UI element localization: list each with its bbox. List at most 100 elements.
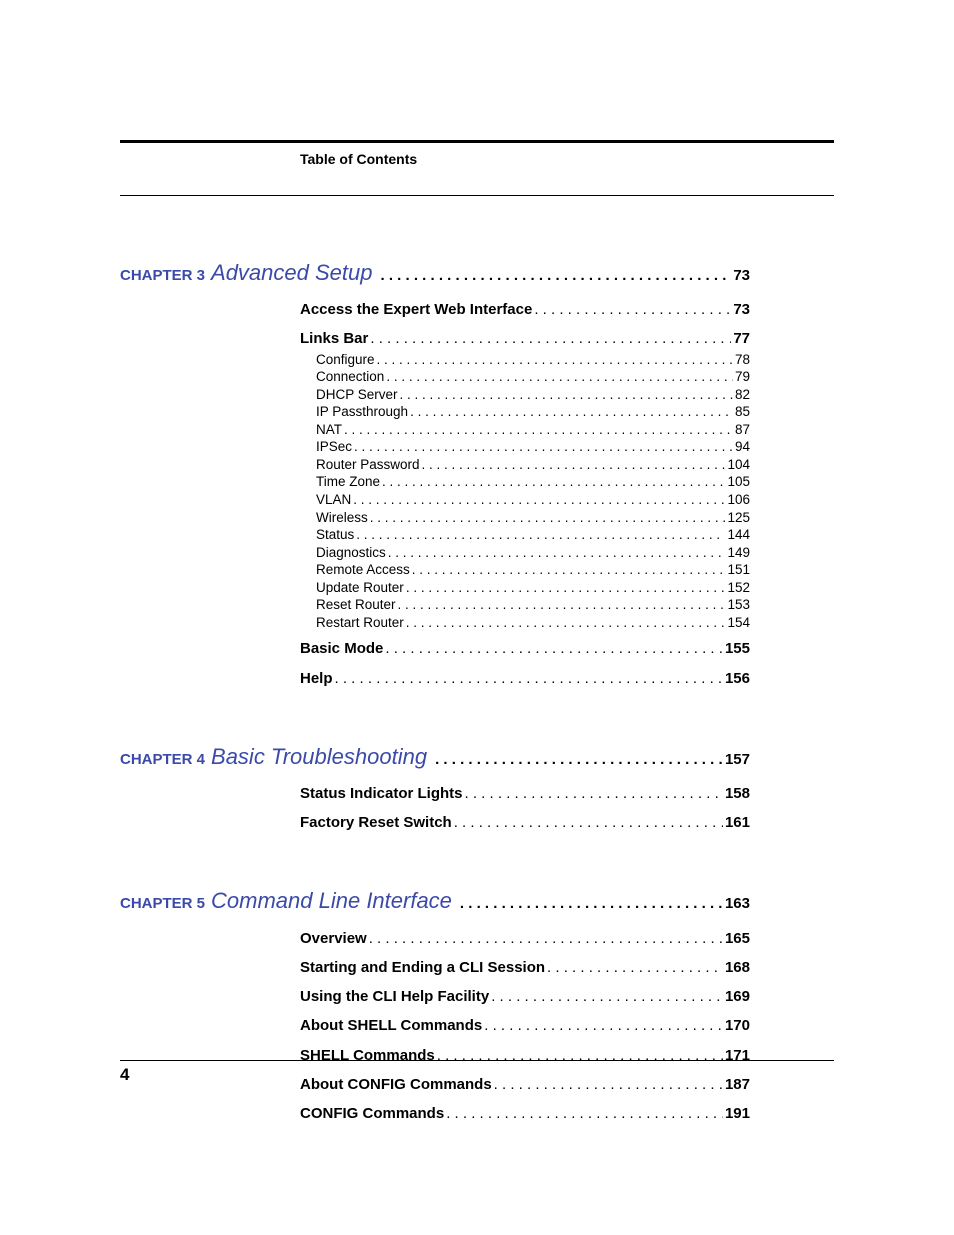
subsection-label: Wireless	[316, 509, 368, 527]
subsection-label: Remote Access	[316, 561, 410, 579]
leader-dots	[354, 438, 733, 456]
header-title: Table of Contents	[120, 151, 834, 167]
subsection-row[interactable]: Router Password104	[300, 456, 750, 474]
subsection-row[interactable]: Connection 79	[300, 368, 750, 386]
subsection-row[interactable]: Diagnostics149	[300, 544, 750, 562]
subsection-row[interactable]: DHCP Server82	[300, 386, 750, 404]
section-row[interactable]: Access the Expert Web Interface 73	[300, 298, 750, 321]
subsection-row[interactable]: Update Router152	[300, 579, 750, 597]
subsection-page: 144	[727, 526, 750, 544]
leader-dots	[491, 985, 723, 1008]
subsection-row[interactable]: Status 144	[300, 526, 750, 544]
leader-dots	[353, 491, 725, 509]
subsection-row[interactable]: IPSec 94	[300, 438, 750, 456]
subsection-label: Time Zone	[316, 473, 380, 491]
document-page: Table of Contents CHAPTER 3Advanced Setu…	[0, 0, 954, 1235]
section-label: Help	[300, 667, 333, 690]
subsection-label: Router Password	[316, 456, 420, 474]
section-row[interactable]: CONFIG Commands 191	[300, 1102, 750, 1125]
leader-dots	[382, 473, 725, 491]
section-row[interactable]: Status Indicator Lights 158	[300, 782, 750, 805]
subsection-page: 154	[727, 614, 750, 632]
subsection-label: IPSec	[316, 438, 352, 456]
table-of-contents: CHAPTER 3Advanced Setup73Access the Expe…	[120, 256, 750, 1125]
leader-dots	[446, 1102, 723, 1125]
subsection-label: Configure	[316, 351, 375, 369]
section-row[interactable]: Factory Reset Switch 161	[300, 811, 750, 834]
subsection-row[interactable]: VLAN 106	[300, 491, 750, 509]
chapter-label: CHAPTER 5	[120, 895, 205, 912]
leader-dots	[386, 368, 733, 386]
leader-dots	[435, 748, 723, 771]
subsection-label: Connection	[316, 368, 384, 386]
leader-dots	[398, 596, 726, 614]
subsection-label: VLAN	[316, 491, 351, 509]
section-row[interactable]: Using the CLI Help Facility 169	[300, 985, 750, 1008]
subsection-label: Status	[316, 526, 354, 544]
section-label: Links Bar	[300, 327, 368, 350]
subsection-page: 82	[735, 386, 750, 404]
section-row[interactable]: Links Bar 77	[300, 327, 750, 350]
section-row[interactable]: Overview 165	[300, 927, 750, 950]
leader-dots	[388, 544, 726, 562]
section-page: 169	[725, 985, 750, 1008]
chapter-title: Advanced Setup	[211, 260, 372, 285]
subsection-page: 106	[727, 491, 750, 509]
chapter-label: CHAPTER 4	[120, 751, 205, 768]
section-page: 165	[725, 927, 750, 950]
chapter-page: 163	[725, 892, 750, 915]
leader-dots	[534, 298, 731, 321]
section-row[interactable]: Basic Mode 155	[300, 637, 750, 660]
subsection-label: Diagnostics	[316, 544, 386, 562]
chapter-block: CHAPTER 5 Command Line Interface 163 Overvi…	[120, 884, 750, 1125]
leader-dots	[356, 526, 725, 544]
subsection-row[interactable]: Restart Router 154	[300, 614, 750, 632]
subsection-row[interactable]: Remote Access151	[300, 561, 750, 579]
leader-dots	[454, 811, 723, 834]
subsection-page: 125	[727, 509, 750, 527]
leader-dots	[465, 782, 723, 805]
chapter-page: 157	[725, 748, 750, 771]
subsection-page: 79	[735, 368, 750, 386]
subsection-row[interactable]: Reset Router153	[300, 596, 750, 614]
leader-dots	[484, 1014, 723, 1037]
section-label: Starting and Ending a CLI Session	[300, 956, 545, 979]
leader-dots	[335, 667, 723, 690]
subsection-label: IP Passthrough	[316, 403, 408, 421]
chapter-title: Basic Troubleshooting	[211, 744, 427, 769]
section-label: Factory Reset Switch	[300, 811, 452, 834]
chapter-page: 73	[733, 264, 750, 287]
subsection-page: 94	[735, 438, 750, 456]
section-list: Status Indicator Lights 158 Factory Reset…	[120, 782, 750, 835]
subsection-row[interactable]: Configure 78	[300, 351, 750, 369]
section-row[interactable]: Starting and Ending a CLI Session 168	[300, 956, 750, 979]
footer: 4	[120, 1060, 834, 1085]
leader-dots	[406, 579, 726, 597]
subsection-page: 78	[735, 351, 750, 369]
section-page: 158	[725, 782, 750, 805]
subsection-label: Reset Router	[316, 596, 396, 614]
subsection-page: 85	[735, 403, 750, 421]
section-page: 161	[725, 811, 750, 834]
subsection-label: Restart Router	[316, 614, 404, 632]
section-page: 77	[733, 327, 750, 350]
header-rule-top	[120, 140, 834, 143]
chapter-title: Command Line Interface	[211, 888, 452, 913]
section-label: Basic Mode	[300, 637, 383, 660]
leader-dots	[410, 403, 733, 421]
chapter-row[interactable]: CHAPTER 4 Basic Troubleshooting 157	[120, 740, 750, 774]
chapter-row[interactable]: CHAPTER 3Advanced Setup73	[120, 256, 750, 290]
section-row[interactable]: About SHELL Commands 170	[300, 1014, 750, 1037]
subsection-row[interactable]: IP Passthrough 85	[300, 403, 750, 421]
section-page: 155	[725, 637, 750, 660]
section-row[interactable]: Help 156	[300, 667, 750, 690]
subsection-row[interactable]: Time Zone105	[300, 473, 750, 491]
subsection-row[interactable]: Wireless 125	[300, 509, 750, 527]
subsection-row[interactable]: NAT87	[300, 421, 750, 439]
section-page: 168	[725, 956, 750, 979]
chapter-block: CHAPTER 3Advanced Setup73Access the Expe…	[120, 256, 750, 690]
leader-dots	[380, 264, 731, 287]
chapter-row[interactable]: CHAPTER 5 Command Line Interface 163	[120, 884, 750, 918]
section-page: 156	[725, 667, 750, 690]
leader-dots	[385, 637, 723, 660]
